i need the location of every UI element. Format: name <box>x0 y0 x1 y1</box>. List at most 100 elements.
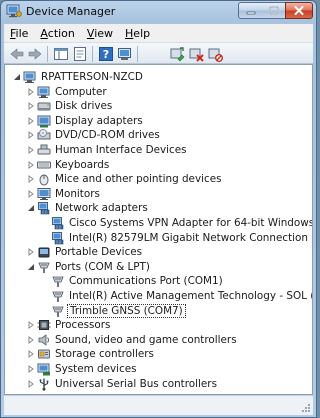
menu-action-label: ction <box>47 26 75 40</box>
triangle-down-icon <box>14 74 20 80</box>
expand-arrow-icon[interactable] <box>27 102 35 111</box>
expand-arrow-icon[interactable] <box>27 248 35 257</box>
tree-item-cisco-systems-vpn-adapter-for-64-bit-windows[interactable]: Cisco Systems VPN Adapter for 64-bit Win… <box>5 216 312 230</box>
tree-item-label: Network adapters <box>55 202 148 215</box>
maximize-button[interactable] <box>262 2 286 19</box>
properties-icon[interactable] <box>72 46 88 62</box>
port-icon <box>38 262 50 273</box>
minimize-button[interactable] <box>238 2 263 19</box>
keyboard-icon <box>37 161 51 169</box>
tree-item-label: Intel(R) Active Management Technology - … <box>69 290 312 302</box>
show-hide-console-tree-icon[interactable] <box>53 46 69 62</box>
device-manager-icon <box>6 4 22 18</box>
disable-icon[interactable] <box>207 46 223 62</box>
resize-grip-icon[interactable] <box>301 403 311 413</box>
tree-item-label: Storage controllers <box>55 348 154 361</box>
processor-icon <box>37 320 51 331</box>
expand-arrow-icon[interactable] <box>27 160 35 169</box>
svg-text:?: ? <box>103 48 109 61</box>
triangle-right-icon <box>28 365 34 373</box>
menu-action-accelerator: A <box>40 26 48 40</box>
tree-item-intel-r-82579lm-gigabit-network-connection[interactable]: Intel(R) 82579LM Gigabit Network Connect… <box>5 231 312 245</box>
tree-item-label: Monitors <box>55 187 100 200</box>
close-icon <box>294 6 304 15</box>
tree-item-label: Ports (COM & LPT) <box>55 260 150 273</box>
display-adapter-icon <box>37 115 51 128</box>
portable-device-icon <box>38 247 50 258</box>
expand-arrow-icon[interactable] <box>27 379 35 388</box>
expand-arrow-icon[interactable] <box>27 175 35 184</box>
expand-arrow-icon[interactable] <box>27 365 35 373</box>
tree-item-dvd-cd-rom-drives[interactable]: DVD/CD-ROM drives <box>5 128 312 142</box>
tree-item-human-interface-devices[interactable]: Human Interface Devices <box>5 143 312 157</box>
port-icon <box>52 291 64 302</box>
toolbar-separator <box>137 46 138 62</box>
tree-item-label: Cisco Systems VPN Adapter for 64-bit Win… <box>69 217 313 229</box>
scan-hardware-icon[interactable] <box>117 46 133 62</box>
triangle-right-icon <box>28 131 34 140</box>
collapse-arrow-icon[interactable] <box>13 73 21 81</box>
device-manager-window: Device Manager File Action View Help ? R… <box>0 0 317 418</box>
expand-arrow-icon[interactable] <box>27 87 35 96</box>
tree-item-processors[interactable]: Processors <box>5 318 312 332</box>
expand-arrow-icon[interactable] <box>27 116 35 125</box>
window-title: Device Manager <box>26 5 116 18</box>
tree-item-sound-video-and-game-controllers[interactable]: Sound, video and game controllers <box>5 333 312 347</box>
port-icon <box>52 276 64 288</box>
menu-file[interactable]: File <box>4 27 34 40</box>
triangle-down-icon <box>28 205 34 212</box>
triangle-right-icon <box>28 321 34 330</box>
expand-arrow-icon[interactable] <box>27 321 35 330</box>
uninstall-icon[interactable] <box>188 46 204 62</box>
tree-item-network-adapters[interactable]: Network adapters <box>5 201 312 215</box>
menu-action[interactable]: Action <box>34 27 80 40</box>
tree-item-intel-r-active-management-technology-sol-com3[interactable]: Intel(R) Active Management Technology - … <box>5 289 312 303</box>
tree-item-ports-com-lpt[interactable]: Ports (COM & LPT) <box>5 260 312 274</box>
tree-item-communications-port-com1[interactable]: Communications Port (COM1) <box>5 274 312 288</box>
mouse-icon <box>39 174 49 186</box>
device-tree[interactable]: RPATTERSON-NZCD Computer Disk drives Displa… <box>4 64 313 395</box>
title-bar[interactable]: Device Manager <box>1 1 316 22</box>
tree-item-label: Communications Port (COM1) <box>69 275 223 288</box>
collapse-arrow-icon[interactable] <box>27 263 35 271</box>
close-button[interactable] <box>285 2 313 19</box>
expand-arrow-icon[interactable] <box>27 131 35 140</box>
expand-arrow-icon[interactable] <box>27 335 35 344</box>
expand-arrow-icon[interactable] <box>27 146 35 154</box>
triangle-right-icon <box>28 146 34 154</box>
tree-item-label: Processors <box>55 319 111 332</box>
tree-item-universal-serial-bus-controllers[interactable]: Universal Serial Bus controllers <box>5 377 312 391</box>
triangle-right-icon <box>28 87 34 96</box>
forward-icon[interactable] <box>27 46 43 62</box>
computer-icon <box>37 86 50 98</box>
tree-item-system-devices[interactable]: System devices <box>5 362 312 376</box>
menu-view[interactable]: View <box>81 27 119 40</box>
help-icon[interactable]: ? <box>98 46 114 62</box>
toolbar-separator <box>92 46 93 62</box>
tree-item-monitors[interactable]: Monitors <box>5 187 312 201</box>
tree-root-computer[interactable]: RPATTERSON-NZCD <box>5 70 312 84</box>
network-adapter-icon <box>52 217 64 230</box>
tree-item-disk-drives[interactable]: Disk drives <box>5 99 312 113</box>
expand-arrow-icon[interactable] <box>27 189 35 198</box>
system-device-icon <box>37 363 50 376</box>
tree-item-display-adapters[interactable]: Display adapters <box>5 114 312 128</box>
tree-item-label: System devices <box>55 363 137 375</box>
network-adapter-icon <box>38 202 50 215</box>
menu-help[interactable]: Help <box>119 27 156 40</box>
tree-item-portable-devices[interactable]: Portable Devices <box>5 245 312 259</box>
dvd-drive-icon <box>37 129 51 140</box>
tree-item-keyboards[interactable]: Keyboards <box>5 158 312 172</box>
tree-item-storage-controllers[interactable]: Storage controllers <box>5 347 312 361</box>
port-icon <box>52 306 64 317</box>
menu-bar: File Action View Help <box>4 24 313 42</box>
expand-arrow-icon[interactable] <box>27 350 35 359</box>
tree-item-mice-and-other-pointing-devices[interactable]: Mice and other pointing devices <box>5 172 312 186</box>
collapse-arrow-icon[interactable] <box>27 204 35 212</box>
update-driver-icon[interactable] <box>169 46 185 62</box>
tree-item-trimble-gnss-com7[interactable]: Trimble GNSS (COM7) <box>5 303 312 318</box>
tree-item-computer[interactable]: Computer <box>5 85 312 99</box>
root-computer-icon <box>23 71 36 83</box>
triangle-right-icon <box>28 116 34 125</box>
back-icon[interactable] <box>9 46 25 62</box>
